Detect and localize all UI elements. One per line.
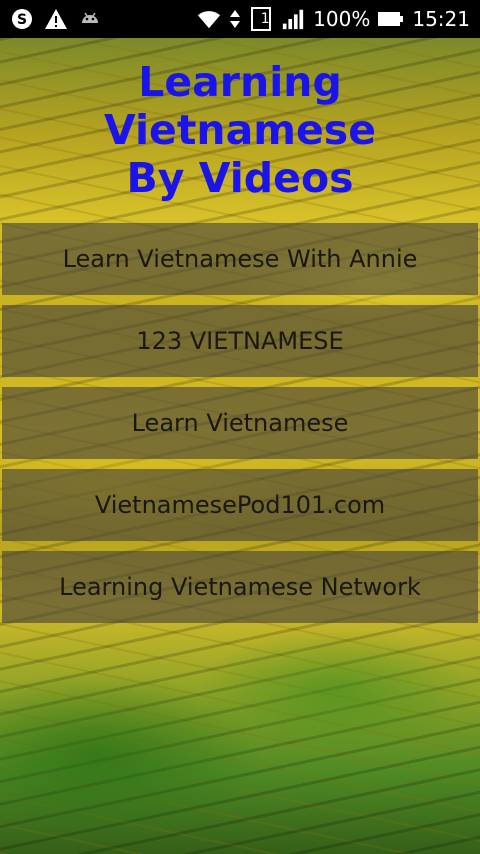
clock: 15:21: [412, 7, 470, 31]
skype-icon: S: [10, 7, 34, 31]
channel-button-learning-vietnamese-network[interactable]: Learning Vietnamese Network: [2, 551, 478, 623]
app-title-line-2: By Videos: [126, 154, 354, 202]
video-channel-list: Learn Vietnamese With Annie 123 VIETNAME…: [2, 223, 478, 633]
system-icons: 1 100% 15:21: [197, 7, 470, 31]
notification-icons: S: [10, 7, 102, 31]
battery-percent: 100%: [313, 7, 371, 31]
android-icon: [78, 7, 102, 31]
warning-icon: [44, 7, 68, 31]
data-arrows-icon: [229, 7, 241, 31]
channel-button-123-vietnamese[interactable]: 123 VIETNAMESE: [2, 305, 478, 377]
battery-icon: [378, 7, 404, 31]
channel-button-learn-vietnamese-with-annie[interactable]: Learn Vietnamese With Annie: [2, 223, 478, 295]
channel-button-learn-vietnamese[interactable]: Learn Vietnamese: [2, 387, 478, 459]
signal-icon: [281, 7, 305, 31]
wifi-icon: [197, 7, 221, 31]
sim-slot-number: 1: [260, 11, 270, 27]
channel-button-vietnamesepod101[interactable]: VietnamesePod101.com: [2, 469, 478, 541]
status-bar: S 1 100% 15:21: [0, 0, 480, 38]
app-title-line-1: Learning Vietnamese: [103, 58, 377, 154]
app-title: Learning Vietnamese By Videos: [0, 58, 480, 202]
svg-text:S: S: [17, 12, 27, 28]
